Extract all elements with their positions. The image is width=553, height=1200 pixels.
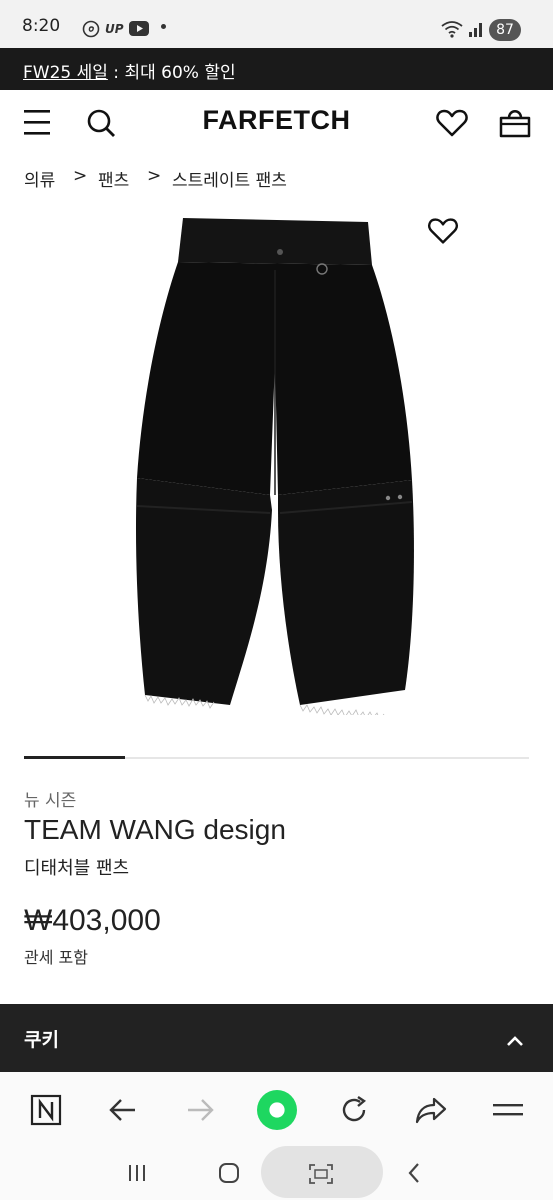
hamburger-icon xyxy=(493,1104,523,1116)
promo-link[interactable]: FW25 세일 xyxy=(23,63,108,83)
add-to-wishlist-button[interactable] xyxy=(424,212,462,250)
bag-button[interactable] xyxy=(495,104,535,142)
arrow-left-icon xyxy=(109,1099,135,1121)
search-button[interactable] xyxy=(81,104,121,142)
chevron-up-icon xyxy=(507,1036,523,1046)
arrow-right-icon xyxy=(188,1099,214,1121)
brand-name[interactable]: TEAM WANG design xyxy=(24,814,286,846)
breadcrumb-separator: > xyxy=(73,166,88,186)
new-season-badge: 뉴 시즌 xyxy=(24,791,77,811)
system-home-button[interactable] xyxy=(212,1158,246,1188)
refresh-icon xyxy=(342,1096,367,1122)
breadcrumb-separator: > xyxy=(147,166,162,186)
breadcrumb-item-pants[interactable]: 팬츠 xyxy=(98,166,129,191)
menu-icon xyxy=(24,110,50,135)
tabs-button[interactable] xyxy=(26,1090,66,1130)
forward-button[interactable] xyxy=(180,1090,220,1130)
cookie-expand-button[interactable] xyxy=(500,1026,530,1056)
promo-text: FW25 세일 : 최대 60% 할인 xyxy=(23,58,236,83)
product-price: ₩403,000 xyxy=(24,904,161,937)
breadcrumb-item-straight-pants[interactable]: 스트레이트 팬츠 xyxy=(172,166,287,191)
home-circle-icon xyxy=(257,1090,297,1130)
more-menu-button[interactable] xyxy=(488,1090,528,1130)
system-back-button[interactable] xyxy=(398,1158,432,1188)
back-button[interactable] xyxy=(103,1090,143,1130)
product-image[interactable] xyxy=(120,210,433,715)
farfetch-logo[interactable]: FARFETCH xyxy=(150,105,403,136)
home-button[interactable] xyxy=(257,1090,297,1130)
carrier-badge: UP xyxy=(105,22,124,36)
price-note: 관세 포함 xyxy=(24,948,88,967)
n-tab-icon xyxy=(30,1094,62,1126)
image-carousel-progress-fill xyxy=(24,756,125,759)
heart-icon xyxy=(428,218,458,244)
signal-icon xyxy=(469,23,482,37)
recent-apps-icon xyxy=(129,1165,145,1181)
notification-dot-icon xyxy=(161,24,166,29)
promo-detail: : 최대 60% 할인 xyxy=(107,63,236,83)
share-button[interactable] xyxy=(411,1090,451,1130)
threads-icon xyxy=(82,20,100,38)
refresh-button[interactable] xyxy=(334,1090,374,1130)
status-time: 8:20 xyxy=(22,16,61,36)
cookie-banner-title: 쿠키 xyxy=(24,1029,59,1051)
system-home-icon xyxy=(219,1163,239,1183)
bag-icon xyxy=(499,110,531,138)
cookie-banner[interactable] xyxy=(0,1004,553,1072)
wishlist-button[interactable] xyxy=(432,104,472,142)
heart-icon xyxy=(436,109,468,137)
search-icon xyxy=(87,109,115,137)
breadcrumb-item-clothing[interactable]: 의류 xyxy=(24,166,55,191)
menu-button[interactable] xyxy=(18,104,58,142)
recent-apps-button[interactable] xyxy=(120,1158,154,1188)
share-icon xyxy=(415,1097,447,1124)
wifi-icon xyxy=(441,21,463,38)
battery-indicator: 87 xyxy=(489,19,521,41)
scan-icon xyxy=(309,1164,333,1184)
product-name: 디태처블 팬츠 xyxy=(24,858,130,879)
chevron-left-icon xyxy=(408,1163,419,1183)
youtube-icon xyxy=(129,21,149,36)
